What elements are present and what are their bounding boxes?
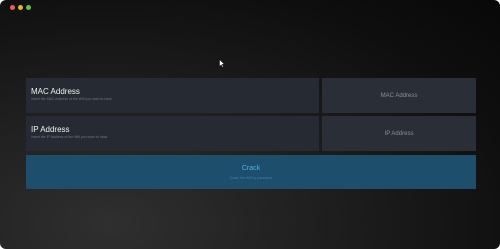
ip-address-description: Insert the IP Address of the Wifi you wa…: [31, 135, 109, 139]
ip-address-info: IP Address Insert the IP Address of the …: [26, 116, 319, 151]
close-window-button[interactable]: [10, 5, 15, 10]
mouse-pointer-icon: [219, 59, 225, 68]
crack-button-label: Crack: [241, 164, 261, 172]
app-window: MAC Address Insert the MAC Address of th…: [0, 0, 500, 249]
mac-address-input[interactable]: MAC Address: [322, 78, 476, 113]
crack-button[interactable]: Crack Crack the Wifi by password: [26, 155, 476, 189]
mac-address-info: MAC Address Insert the MAC Address of th…: [26, 78, 319, 113]
ip-address-row: IP Address Insert the IP Address of the …: [26, 116, 476, 151]
mac-address-row: MAC Address Insert the MAC Address of th…: [26, 78, 476, 113]
mac-address-description: Insert the MAC Address of the Wifi you w…: [31, 97, 113, 101]
minimize-window-button[interactable]: [18, 5, 23, 10]
crack-button-subtitle: Crack the Wifi by password: [229, 175, 273, 180]
maximize-window-button[interactable]: [26, 5, 31, 10]
ip-address-placeholder: IP Address: [384, 130, 414, 137]
ip-address-input[interactable]: IP Address: [322, 116, 476, 151]
mac-address-placeholder: MAC Address: [380, 92, 418, 99]
window-controls: [10, 5, 31, 10]
ip-address-title: IP Address: [31, 125, 70, 134]
mac-address-title: MAC Address: [31, 87, 80, 96]
